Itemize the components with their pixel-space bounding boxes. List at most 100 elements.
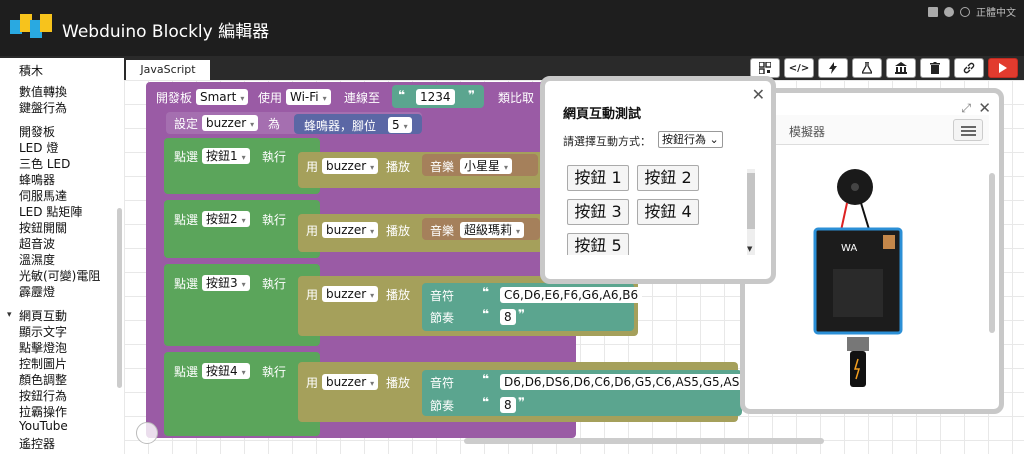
beat-label-4: 節奏 [430, 399, 455, 413]
category-dht[interactable]: 溫濕度 [19, 251, 55, 268]
category-photocell[interactable]: 光敏(可變)電阻 [19, 267, 100, 284]
button-dropdown-2[interactable]: 按鈕2 ▾ [202, 211, 250, 227]
expand-icon[interactable]: ⤢ [961, 101, 971, 116]
use-label-4: 用 [306, 376, 319, 390]
quote-close-icon: ❞ [518, 307, 526, 321]
var-dropdown-2[interactable]: buzzer ▾ [322, 222, 379, 238]
category-color[interactable]: 顏色調整 [19, 371, 67, 388]
play-label-2: 播放 [386, 224, 411, 238]
tab-javascript[interactable]: JavaScript [126, 60, 210, 80]
smart-board-illustration: WA [813, 169, 903, 387]
qrcode-icon [759, 62, 771, 74]
play-icon [999, 63, 1007, 73]
category-web-interaction[interactable]: 網頁互動 [19, 307, 67, 324]
category-youtube[interactable]: YouTube [19, 419, 68, 433]
event-block-1[interactable] [164, 138, 320, 194]
dialog-scroll-thumb[interactable] [747, 173, 755, 229]
expand-arrow-icon[interactable]: ▾ [7, 310, 12, 320]
song-dropdown-1[interactable]: 小星星 ▾ [460, 158, 513, 174]
test-button-4[interactable]: 按鈕 4 [637, 199, 699, 225]
category-show-text[interactable]: 顯示文字 [19, 323, 67, 340]
svg-text:WA: WA [841, 243, 857, 254]
simulator-scrollbar[interactable] [989, 173, 995, 333]
workspace-horizontal-scrollbar[interactable] [464, 438, 824, 444]
qrcode-button[interactable] [750, 58, 780, 78]
category-click-bulb[interactable]: 點擊燈泡 [19, 339, 67, 356]
run-label: 執行 [262, 277, 287, 291]
run-label: 執行 [262, 150, 287, 164]
tempo-field-4[interactable]: 8 [500, 397, 516, 413]
dialog-close-button[interactable]: ✕ [752, 85, 765, 104]
as-label: 為 [268, 117, 281, 131]
var-dropdown-1[interactable]: buzzer ▾ [322, 158, 379, 174]
button-dropdown-1[interactable]: 按鈕1 ▾ [202, 148, 250, 164]
var-dropdown-3[interactable]: buzzer ▾ [322, 286, 379, 302]
category-rgb-led[interactable]: 三色 LED [19, 155, 70, 172]
music-label-2: 音樂 [430, 224, 455, 238]
link-button[interactable] [954, 58, 984, 78]
song-dropdown-2[interactable]: 超級瑪莉 ▾ [460, 222, 525, 238]
web-interaction-dialog: ✕ 網頁互動測試 請選擇互動方式： 按鈕行為 ⌄ 按鈕 1 按鈕 2 按鈕 3 … [540, 76, 776, 284]
category-remote[interactable]: 遙控器 [19, 435, 55, 452]
quote-close-icon: ❞ [518, 395, 526, 409]
app-title: Webduino Blockly 編輯器 [62, 22, 270, 42]
test-button-2[interactable]: 按鈕 2 [637, 165, 699, 191]
category-value-convert[interactable]: 數值轉換 [19, 83, 67, 100]
book-icon[interactable] [928, 6, 938, 17]
scroll-down-icon[interactable]: ▼ [747, 245, 752, 253]
run-button[interactable] [988, 58, 1018, 78]
lightning-icon [829, 62, 837, 74]
board-type-dropdown[interactable]: Smart ▾ [196, 89, 249, 105]
category-ultrasonic[interactable]: 超音波 [19, 235, 55, 252]
var-dropdown-4[interactable]: buzzer ▾ [322, 374, 379, 390]
category-board[interactable]: 開發板 [19, 123, 55, 140]
info-icon[interactable] [944, 6, 954, 17]
quote-close-icon: ❞ [468, 88, 476, 102]
pin-dropdown[interactable]: 5 ▾ [388, 117, 412, 133]
connection-dropdown[interactable]: Wi-Fi ▾ [286, 89, 331, 105]
globe-icon[interactable] [960, 6, 970, 17]
category-knight-rider[interactable]: 霹靂燈 [19, 283, 55, 300]
sidebar-scrollbar[interactable] [117, 208, 122, 388]
use-label-3: 用 [306, 288, 319, 302]
code-button[interactable]: </> [784, 58, 814, 78]
test-button-3[interactable]: 按鈕 3 [567, 199, 629, 225]
click-label: 點選 [174, 277, 199, 291]
category-led[interactable]: LED 燈 [19, 139, 58, 156]
use-label-1: 用 [306, 160, 319, 174]
category-led-matrix[interactable]: LED 點矩陣 [19, 203, 82, 220]
simulator-panel: ⤢ ✕ 模擬器 WA [740, 88, 1004, 414]
test-button-5[interactable]: 按鈕 5 [567, 233, 629, 255]
category-blocks[interactable]: 積木 [19, 62, 43, 79]
device-id-field[interactable]: 1234 [416, 89, 455, 105]
header-right: 正體中文 [928, 4, 1016, 19]
zoom-reset-button[interactable] [136, 422, 158, 444]
variable-dropdown[interactable]: buzzer ▾ [202, 115, 259, 131]
link-icon [963, 62, 975, 74]
button-dropdown-3[interactable]: 按鈕3 ▾ [202, 275, 250, 291]
notes-field-3[interactable]: C6,D6,E6,F6,G6,A6,B6 [500, 287, 643, 303]
button-dropdown-4[interactable]: 按鈕4 ▾ [202, 363, 250, 379]
category-button[interactable]: 按鈕開關 [19, 219, 67, 236]
tempo-field-3[interactable]: 8 [500, 309, 516, 325]
category-keyboard[interactable]: 鍵盤行為 [19, 99, 67, 116]
dialog-title: 網頁互動測試 [563, 107, 642, 122]
category-button-action[interactable]: 按鈕行為 [19, 387, 67, 404]
language-selector[interactable]: 正體中文 [976, 4, 1016, 19]
notes-field-4[interactable]: D6,D6,DS6,D6,C6,D6,G5,C6,AS5,G5,AS5 [500, 374, 751, 390]
interaction-mode-select[interactable]: 按鈕行為 ⌄ [658, 131, 723, 148]
test-button-1[interactable]: 按鈕 1 [567, 165, 629, 191]
simulator-menu-button[interactable] [953, 119, 983, 141]
category-servo[interactable]: 伺服馬達 [19, 187, 67, 204]
quote-open-icon: ❝ [482, 307, 490, 321]
flash-button[interactable] [818, 58, 848, 78]
lab-button[interactable] [852, 58, 882, 78]
library-button[interactable] [886, 58, 916, 78]
run-label: 執行 [262, 365, 287, 379]
category-slider[interactable]: 拉霸操作 [19, 403, 67, 420]
event-block-2[interactable] [164, 200, 320, 258]
category-image[interactable]: 控制圖片 [19, 355, 67, 372]
category-buzzer[interactable]: 蜂鳴器 [19, 171, 55, 188]
delete-button[interactable] [920, 58, 950, 78]
dialog-scrollbar[interactable]: ▼ [747, 169, 755, 255]
